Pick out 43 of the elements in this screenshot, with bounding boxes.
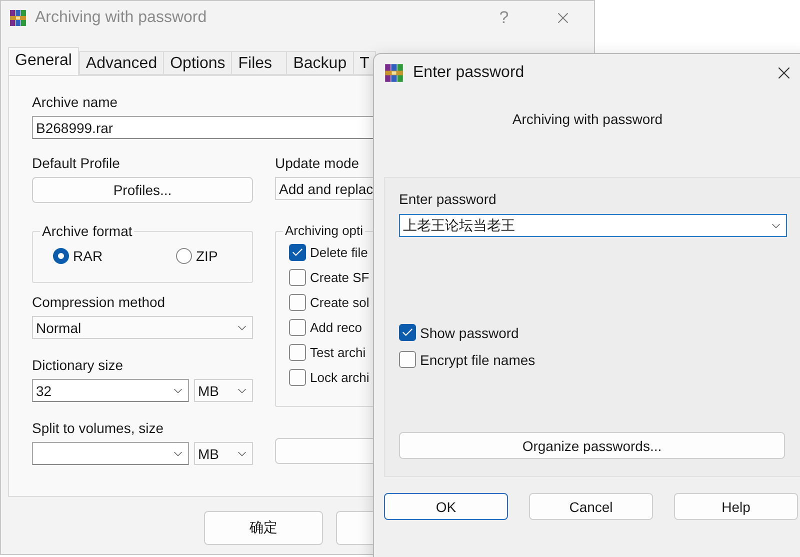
split-size-field[interactable] <box>32 442 189 465</box>
archive-books-icon <box>9 9 27 27</box>
option-checkbox[interactable]: Test archi <box>289 340 375 365</box>
option-checkbox[interactable]: Add reco <box>289 315 375 340</box>
tab[interactable]: Files <box>231 51 288 75</box>
group-label: Archive format <box>40 223 134 239</box>
option-checkbox[interactable]: Encrypt file names <box>399 346 800 373</box>
unit-select[interactable]: MB <box>194 442 253 465</box>
tab[interactable]: Options <box>163 51 232 75</box>
field-label: Compression method <box>32 294 166 310</box>
confirm-button[interactable]: 确定 <box>204 511 323 545</box>
dialog-button[interactable]: Cancel <box>529 493 653 520</box>
field-label: Dictionary size <box>32 357 124 373</box>
dialog-button[interactable]: Help <box>674 493 798 520</box>
dialog-title: Enter password <box>413 64 526 82</box>
field-label: Split to volumes, size <box>32 420 164 436</box>
option-checkbox[interactable]: Delete file <box>289 240 375 265</box>
profiles-button[interactable]: Profiles... <box>32 177 253 203</box>
tab[interactable]: Backup <box>286 51 354 75</box>
field-label: Update mode <box>275 155 360 171</box>
option-checkbox[interactable]: Create SF <box>289 265 375 290</box>
tab[interactable]: General <box>8 47 79 75</box>
format-radio[interactable]: RAR <box>53 248 176 264</box>
archive-name-field[interactable]: B268999.rar <box>32 116 375 139</box>
organize-passwords-button[interactable]: Organize passwords... <box>399 432 785 459</box>
format-radio[interactable]: ZIP <box>176 248 246 264</box>
field-label: Archive name <box>32 94 119 110</box>
group-label: Archiving opti <box>283 223 366 238</box>
update-mode-select[interactable]: Add and replac <box>275 177 375 200</box>
option-checkbox[interactable]: Create sol <box>289 290 375 315</box>
option-checkbox[interactable]: Lock archi <box>289 365 375 390</box>
dialog-button[interactable]: OK <box>384 493 508 520</box>
dictionary-size-field[interactable]: 32 <box>32 379 189 402</box>
option-checkbox[interactable]: Show password <box>399 319 800 346</box>
field-label: Default Profile <box>32 155 121 171</box>
dialog-subtitle: Archiving with password <box>511 111 664 127</box>
tab[interactable]: Advanced <box>78 51 164 75</box>
window-title: Archiving with password <box>35 9 208 27</box>
unit-select[interactable]: MB <box>194 379 253 402</box>
archive-books-icon <box>384 63 404 83</box>
field-label: Enter password <box>399 191 498 207</box>
compression-select[interactable]: Normal <box>32 316 253 339</box>
password-field[interactable]: 上老王论坛当老王 <box>399 214 787 237</box>
